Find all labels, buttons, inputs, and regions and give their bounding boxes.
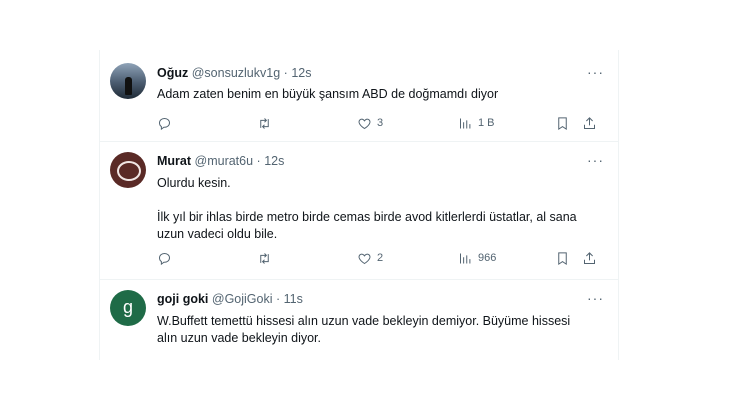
reply-icon [158,117,171,130]
like-button[interactable]: 2 [357,248,383,268]
views-button[interactable]: 966 [458,248,496,268]
tweet-header: Murat @murat6u · 12s [157,154,285,168]
share-button[interactable] [582,248,597,268]
views-count: 966 [478,252,497,264]
retweet-icon [260,252,269,264]
reply-button[interactable] [157,113,172,133]
bookmark-icon [558,116,567,130]
tweet-actions: 3 1 B [157,113,604,133]
views-button[interactable]: 1 B [458,113,495,133]
author-handle[interactable]: @sonsuzlukv1g [192,66,280,80]
more-icon[interactable]: ··· [587,152,604,168]
bookmark-icon [558,251,567,265]
tweet-time[interactable]: 12s [264,154,284,168]
like-count: 2 [377,252,384,264]
heart-icon [358,118,371,129]
tweet-text: Olurdu kesin. İlk yıl bir ihlas birde me… [157,176,577,241]
share-icon [584,251,595,264]
reply-button[interactable] [157,248,172,268]
like-button[interactable]: 3 [357,113,383,133]
author-name[interactable]: Oğuz [157,66,188,80]
views-icon [460,118,471,128]
retweet-icon [260,117,269,129]
tweet-1[interactable]: Oğuz @sonsuzlukv1g · 12s ··· Adam zaten … [100,50,618,142]
avatar[interactable]: g [110,290,146,326]
author-handle[interactable]: @murat6u [195,154,254,168]
tweet-actions: 2 966 [157,248,604,268]
tweet-time[interactable]: 11s [284,292,303,306]
bookmark-button[interactable] [555,113,570,133]
avatar[interactable] [110,63,146,99]
share-button[interactable] [582,113,597,133]
retweet-button[interactable] [257,248,272,268]
tweet-text: W.Buffett temettü hissesi alın uzun vade… [157,314,571,345]
feed-right-border [618,50,619,360]
reply-icon [158,252,171,265]
like-count: 3 [377,117,384,129]
author-handle[interactable]: @GojiGoki [212,292,273,306]
ring-avatar [117,161,141,181]
share-icon [584,116,595,129]
author-name[interactable]: goji goki [157,292,208,306]
tweet-header: Oğuz @sonsuzlukv1g · 12s [157,66,312,80]
tweet-time[interactable]: 12s [291,66,311,80]
avatar[interactable] [110,152,146,188]
tweet-3[interactable]: g goji goki @GojiGoki · 11s ··· W.Buffet… [100,280,618,360]
heart-icon [358,253,371,264]
silhouette-avatar [125,77,132,95]
author-name[interactable]: Murat [157,154,191,168]
retweet-button[interactable] [257,113,272,133]
tweet-feed: Oğuz @sonsuzlukv1g · 12s ··· Adam zaten … [99,50,619,360]
tweet-header: goji goki @GojiGoki · 11s [157,292,303,306]
views-count: 1 B [478,117,495,129]
more-icon[interactable]: ··· [587,290,604,306]
tweet-text: Adam zaten benim en büyük şansım ABD de … [157,87,499,101]
tweet-2[interactable]: Murat @murat6u · 12s ··· Olurdu kesin. İ… [100,142,618,280]
bookmark-button[interactable] [555,248,570,268]
more-icon[interactable]: ··· [587,64,604,80]
views-icon [460,253,471,263]
